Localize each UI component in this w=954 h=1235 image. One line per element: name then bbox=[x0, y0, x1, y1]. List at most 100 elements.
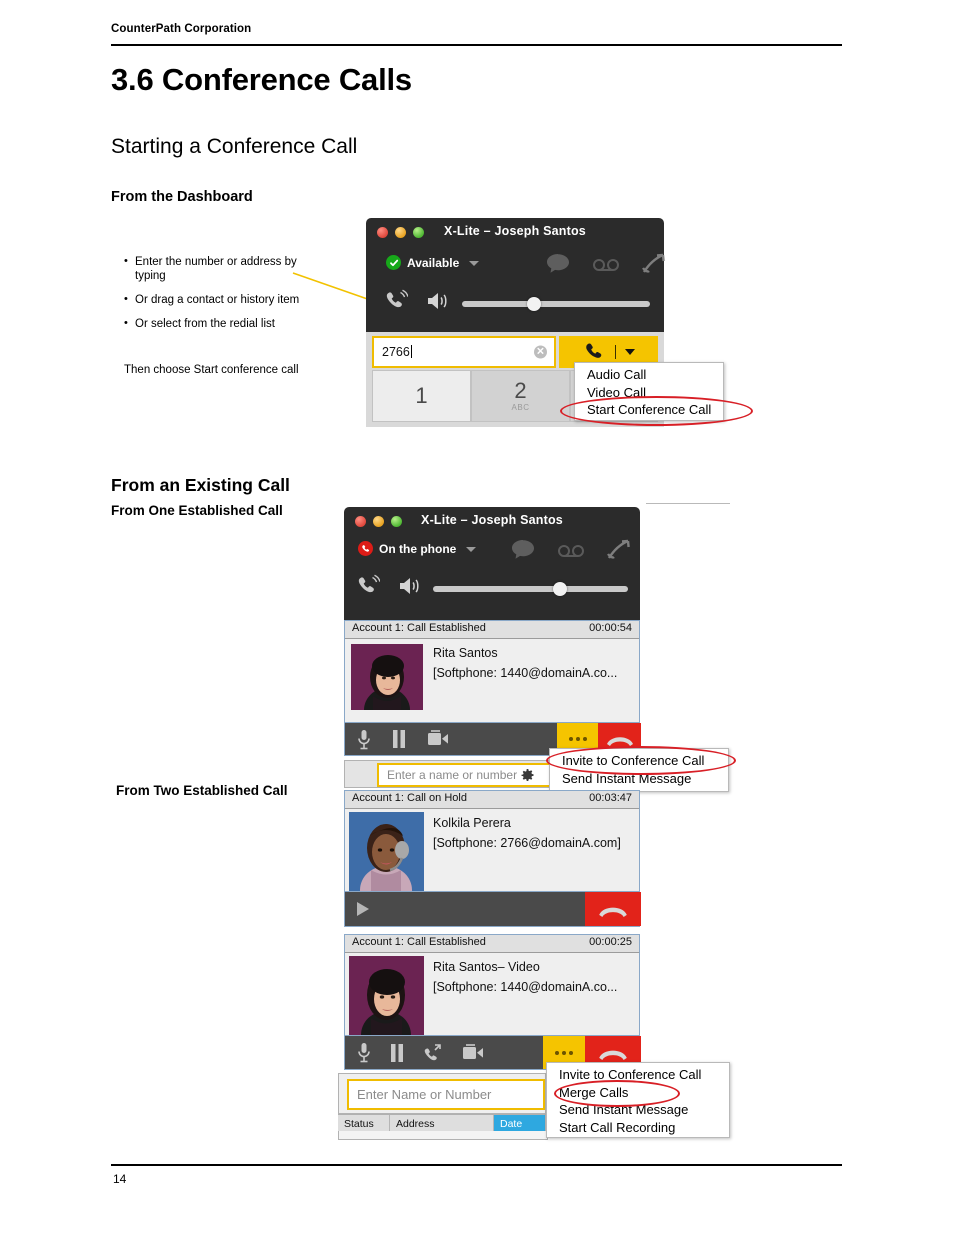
menu-item-video-call[interactable]: Video Call bbox=[575, 384, 723, 402]
microphone-icon[interactable] bbox=[357, 729, 371, 750]
dial-input[interactable]: 2766 ✕ bbox=[372, 336, 556, 368]
call-panel-header: Account 1: Call Established 00:00:25 bbox=[345, 935, 639, 953]
contact-table-body bbox=[338, 1131, 548, 1140]
call-control-icons[interactable] bbox=[357, 723, 449, 755]
call-panel-on-hold: Account 1: Call on Hold 00:03:47 Kolkila… bbox=[344, 790, 640, 892]
top-icon-group[interactable] bbox=[511, 538, 631, 560]
audio-icon-group[interactable] bbox=[384, 289, 450, 313]
call-forward-icon[interactable] bbox=[607, 538, 631, 560]
video-share-icon[interactable] bbox=[462, 1043, 484, 1062]
subsection-from-one-established-call: From One Established Call bbox=[111, 503, 283, 518]
instruction-closing: Then choose Start conference call bbox=[124, 364, 299, 376]
call-account-status: Account 1: Call on Hold bbox=[352, 792, 467, 804]
xlite-onecall-window[interactable]: X-Lite – Joseph Santos On the phone bbox=[344, 507, 640, 620]
presence-selector[interactable]: Available bbox=[386, 255, 480, 270]
caret-down-icon[interactable] bbox=[624, 349, 635, 355]
volume-row bbox=[366, 284, 664, 324]
contact-search-bar-two: Enter Name or Number bbox=[338, 1073, 546, 1114]
subsection-from-the-dashboard: From the Dashboard bbox=[111, 189, 253, 205]
menu-item-invite-to-conference-call[interactable]: Invite to Conference Call bbox=[550, 752, 728, 770]
audio-icon-group[interactable] bbox=[356, 574, 422, 598]
divider bbox=[614, 345, 616, 359]
voicemail-icon[interactable] bbox=[592, 256, 620, 271]
call-options-menu[interactable]: Audio Call Video Call Start Conference C… bbox=[574, 362, 724, 421]
volume-row bbox=[344, 569, 640, 609]
menu-item-merge-calls[interactable]: Merge Calls bbox=[547, 1084, 729, 1102]
avatar bbox=[349, 956, 424, 1035]
call-panel-body: Kolkila Perera [Softphone: 2766@domainA.… bbox=[345, 809, 639, 892]
clear-x-icon[interactable]: ✕ bbox=[534, 345, 547, 359]
dialpad-key-1[interactable]: 1 bbox=[372, 370, 471, 422]
end-call-icon bbox=[605, 731, 635, 747]
menu-item-audio-call[interactable]: Audio Call bbox=[575, 366, 723, 384]
menu-item-send-instant-message[interactable]: Send Instant Message bbox=[550, 770, 728, 788]
call-panel-body: Rita Santos [Softphone: 1440@domainA.co.… bbox=[345, 639, 639, 725]
search-input[interactable]: Enter Name or Number bbox=[347, 1079, 545, 1110]
call-account-status: Account 1: Call Established bbox=[352, 936, 486, 948]
avatar bbox=[349, 812, 424, 891]
check-circle-icon bbox=[386, 255, 401, 270]
menu-item-start-conference-call[interactable]: Start Conference Call bbox=[575, 401, 723, 419]
volume-slider-knob[interactable] bbox=[553, 582, 567, 596]
window-title: X-Lite – Joseph Santos bbox=[421, 513, 563, 527]
call-account-status: Account 1: Call Established bbox=[352, 622, 486, 634]
phone-busy-icon bbox=[358, 541, 373, 556]
call-more-menu-one[interactable]: Invite to Conference Call Send Instant M… bbox=[549, 748, 729, 792]
video-share-icon[interactable] bbox=[427, 730, 449, 748]
speaker-icon[interactable] bbox=[426, 290, 450, 312]
avatar bbox=[351, 644, 423, 710]
pause-icon[interactable] bbox=[390, 1043, 404, 1062]
menu-item-send-instant-message[interactable]: Send Instant Message bbox=[547, 1101, 729, 1119]
voicemail-icon[interactable] bbox=[557, 542, 585, 557]
column-header-address[interactable]: Address bbox=[390, 1115, 494, 1132]
key-letters: ABC bbox=[511, 403, 530, 412]
caller-address: [Softphone: 1440@domainA.co... bbox=[433, 666, 618, 680]
search-input[interactable]: Enter a name or number bbox=[377, 763, 554, 787]
column-header-date[interactable]: Date bbox=[494, 1115, 546, 1132]
presence-selector[interactable]: On the phone bbox=[358, 541, 477, 556]
microphone-icon[interactable] bbox=[357, 1042, 371, 1063]
end-call-button[interactable] bbox=[585, 892, 641, 926]
chat-bubble-icon[interactable] bbox=[511, 539, 535, 560]
xlite-dashboard-window[interactable]: X-Lite – Joseph Santos Available bbox=[366, 218, 666, 342]
dialpad-key-2[interactable]: 2 ABC bbox=[471, 370, 570, 422]
caller-name: Rita Santos bbox=[433, 646, 498, 660]
column-header-status[interactable]: Status bbox=[338, 1115, 390, 1132]
call-duration: 00:00:54 bbox=[589, 622, 632, 634]
chevron-down-icon[interactable] bbox=[469, 261, 480, 266]
titlebar: X-Lite – Joseph Santos bbox=[344, 507, 640, 535]
presence-label: On the phone bbox=[379, 541, 457, 556]
volume-slider-track[interactable] bbox=[462, 301, 650, 307]
call-more-menu-two[interactable]: Invite to Conference Call Merge Calls Se… bbox=[546, 1062, 730, 1138]
volume-slider-track[interactable] bbox=[433, 586, 628, 592]
top-icon-group[interactable] bbox=[546, 252, 666, 274]
chat-bubble-icon[interactable] bbox=[546, 253, 570, 274]
gear-icon[interactable] bbox=[521, 768, 534, 782]
transfer-icon[interactable] bbox=[423, 1043, 443, 1063]
footer-rule bbox=[111, 1164, 842, 1166]
key-number: 1 bbox=[415, 383, 428, 408]
volume-slider-knob[interactable] bbox=[527, 297, 541, 311]
call-forward-icon[interactable] bbox=[642, 252, 666, 274]
hold-control-icons[interactable] bbox=[357, 892, 369, 926]
chevron-down-icon[interactable] bbox=[466, 547, 477, 552]
caller-address: [Softphone: 1440@domainA.co... bbox=[433, 980, 618, 994]
menu-item-start-call-recording[interactable]: Start Call Recording bbox=[547, 1119, 729, 1137]
running-header: CounterPath Corporation bbox=[111, 23, 252, 35]
call-panel-established-video: Account 1: Call Established 00:00:25 Rit… bbox=[344, 934, 640, 1036]
subsection-from-an-existing-call: From an Existing Call bbox=[111, 475, 290, 495]
decorative-rule bbox=[646, 503, 730, 504]
menu-item-invite-to-conference-call[interactable]: Invite to Conference Call bbox=[547, 1066, 729, 1084]
pause-icon[interactable] bbox=[392, 730, 406, 748]
ringer-icon[interactable] bbox=[384, 289, 408, 313]
search-placeholder: Enter Name or Number bbox=[357, 1087, 492, 1102]
callout-pointer-line bbox=[292, 272, 377, 303]
call-duration: 00:03:47 bbox=[589, 792, 632, 804]
titlebar: X-Lite – Joseph Santos bbox=[366, 218, 664, 246]
ringer-icon[interactable] bbox=[356, 574, 380, 598]
hold-controls-bar[interactable] bbox=[344, 891, 641, 927]
contact-table-header[interactable]: Status Address Date bbox=[338, 1114, 546, 1132]
call-control-icons[interactable] bbox=[357, 1036, 484, 1069]
speaker-icon[interactable] bbox=[398, 575, 422, 597]
resume-play-icon[interactable] bbox=[357, 902, 369, 916]
